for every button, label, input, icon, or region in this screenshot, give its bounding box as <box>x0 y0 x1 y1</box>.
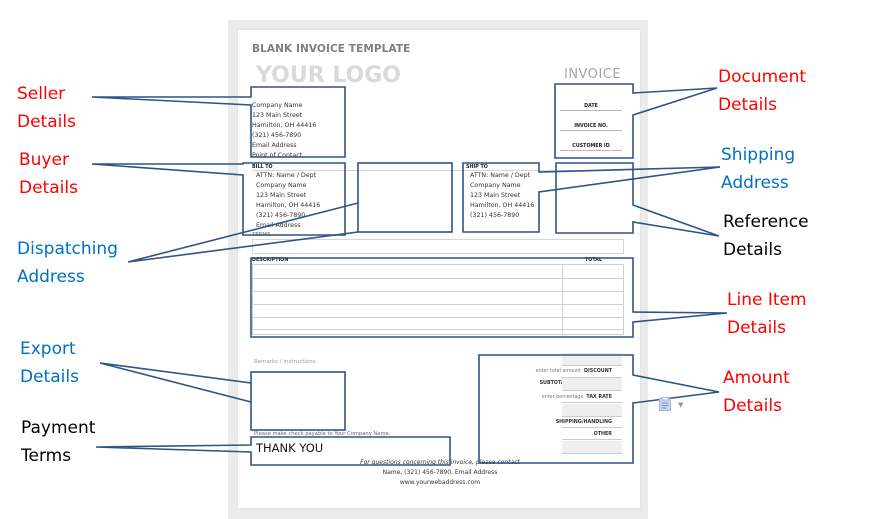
logo-placeholder: YOUR LOGO <box>256 63 402 88</box>
callout-label-line: Buyer <box>19 150 69 170</box>
callout-label-line: Seller <box>17 84 66 104</box>
bill-to-line: Hamilton, OH 44416 <box>256 202 321 209</box>
callout-label-line: Details <box>727 318 786 338</box>
shipping-address-callout: Shipping Address <box>721 141 795 197</box>
callout-label-line: Amount <box>723 368 790 388</box>
invoice-number-field-label: INVOICE NO. <box>560 124 622 131</box>
ship-to-line: Hamilton, OH 44416 <box>470 202 535 209</box>
subtotal-field[interactable] <box>562 353 622 366</box>
thank-you-text: THANK YOU <box>256 441 324 455</box>
callout-label-line: Address <box>17 267 85 287</box>
line-item-details-callout: Line Item Details <box>727 286 807 342</box>
callout-label-line: Details <box>17 112 76 132</box>
total-column-divider <box>562 265 563 334</box>
ship-to-heading: SHIP TO <box>466 165 488 170</box>
other-field[interactable] <box>562 439 622 440</box>
ship-to-line: ATTN: Name / Dept <box>470 172 531 179</box>
line-items-table <box>252 264 624 335</box>
callout-label-line: Terms <box>21 446 72 466</box>
seller-details-callout: Seller Details <box>17 80 76 136</box>
footer-contact-prompt: For questions concerning this invoice, p… <box>360 459 520 466</box>
table-row[interactable] <box>253 304 623 305</box>
terms-field[interactable] <box>252 239 624 254</box>
paste-options-dropdown-icon[interactable]: ▼ <box>678 401 683 409</box>
callout-label-line: Details <box>718 95 777 115</box>
dispatching-address-callout: Dispatching Address <box>17 235 118 291</box>
tax-rate-label: enter percentage TAX RATE <box>541 395 612 400</box>
callout-label-line: Document <box>718 67 807 87</box>
shipping-handling-label: SHIPPING/HANDLING <box>555 420 612 425</box>
total-tax-field[interactable] <box>562 404 622 417</box>
callout-label-line: Line Item <box>727 290 807 310</box>
table-row[interactable] <box>253 278 623 279</box>
footer-contact-details: Name, (321) 456-7890, Email Address <box>382 469 498 476</box>
date-field-label: DATE <box>560 104 622 111</box>
ship-to-block: ATTN: Name / Dept Company Name 123 Main … <box>470 171 534 221</box>
document-details-callout: Document Details <box>718 63 806 119</box>
seller-line: (321) 456-7890 <box>252 132 302 139</box>
callout-label-line: Export <box>20 339 76 359</box>
bill-to-line: 123 Main Street <box>256 192 307 199</box>
invoice-heading: INVOICE <box>564 67 622 82</box>
bill-to-block: ATTN: Name / Dept Company Name 123 Main … <box>256 171 320 231</box>
customer-id-field-label: CUSTOMER ID <box>560 144 622 151</box>
reference-details-callout: Reference Details <box>723 208 809 264</box>
callout-label-line: Details <box>723 240 782 260</box>
bill-to-line: ATTN: Name / Dept <box>256 172 317 179</box>
buyer-details-callout: Buyer Details <box>19 146 78 202</box>
seller-line: 123 Main Street <box>252 112 303 119</box>
seller-line: Company Name <box>252 102 303 109</box>
shipping-handling-field[interactable] <box>562 427 622 428</box>
callout-label-line: Details <box>723 396 782 416</box>
check-payable-note: Please make check payable to Your Compan… <box>254 431 391 437</box>
callout-label-line: Details <box>19 178 78 198</box>
callout-label-line: Payment <box>21 418 96 438</box>
callout-label-line: Address <box>721 173 789 193</box>
ship-to-line: 123 Main Street <box>470 192 521 199</box>
bill-to-line: Email Address <box>256 222 301 229</box>
invoice-template-title: BLANK INVOICE TEMPLATE <box>252 43 411 55</box>
payment-terms-callout: Payment Terms <box>21 414 95 470</box>
terms-label: TERMS <box>252 233 271 238</box>
seller-line: Email Address <box>252 142 297 149</box>
ship-to-line: (321) 456-7890 <box>470 212 520 219</box>
callout-label-line: Shipping <box>721 145 796 165</box>
amount-details-callout: Amount Details <box>723 364 790 420</box>
remarks-label: Remarks / Instructions: <box>254 359 318 365</box>
paste-options-icon[interactable] <box>659 397 671 411</box>
callout-label-line: Dispatching <box>17 239 118 259</box>
total-field[interactable] <box>562 441 622 454</box>
other-label: OTHER <box>593 432 612 437</box>
subtotal-less-discount-field[interactable] <box>562 378 622 391</box>
footer-website: www.yourwebaddress.com <box>399 479 481 486</box>
seller-details-block: Company Name 123 Main Street Hamilton, O… <box>252 101 316 157</box>
tax-rate-field[interactable] <box>562 402 622 403</box>
table-row[interactable] <box>253 291 623 292</box>
bill-to-line: (321) 456-7890 <box>256 212 306 219</box>
table-row[interactable] <box>253 329 623 330</box>
bill-to-line: Company Name <box>256 182 307 189</box>
callout-label-line: Reference <box>723 212 809 232</box>
total-column-header: TOTAL <box>585 258 603 263</box>
callout-label-line: Details <box>20 367 79 387</box>
discount-label: enter total amount DISCOUNT <box>535 369 612 374</box>
seller-line: Point of Contact <box>252 152 303 157</box>
ship-to-line: Company Name <box>470 182 521 189</box>
export-details-callout: Export Details <box>20 335 79 391</box>
seller-line: Hamilton, OH 44416 <box>252 122 317 129</box>
description-column-header: DESCRIPTION <box>252 258 289 263</box>
table-row[interactable] <box>253 317 623 318</box>
